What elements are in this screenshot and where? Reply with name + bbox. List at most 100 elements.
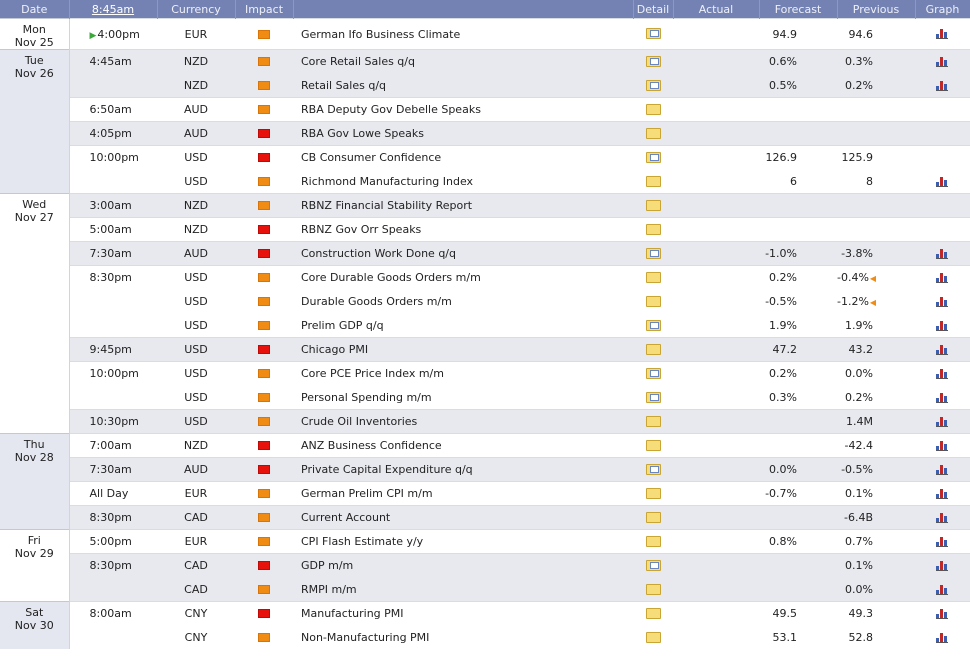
graph-icon[interactable] bbox=[936, 632, 949, 643]
detail-folder-icon[interactable] bbox=[645, 103, 661, 115]
graph-icon[interactable] bbox=[936, 320, 949, 331]
medium-impact-icon[interactable] bbox=[258, 417, 270, 426]
event-row[interactable]: CNY Non-Manufacturing PMI 53.1 52.8 bbox=[0, 625, 970, 649]
detail-folder-icon[interactable] bbox=[645, 607, 661, 619]
medium-impact-icon[interactable] bbox=[258, 177, 270, 186]
detail-document-icon[interactable] bbox=[645, 55, 661, 67]
detail-folder-icon[interactable] bbox=[645, 199, 661, 211]
medium-impact-icon[interactable] bbox=[258, 201, 270, 210]
event-name[interactable]: Retail Sales q/q bbox=[293, 73, 633, 98]
event-name[interactable]: GDP m/m bbox=[293, 553, 633, 578]
event-name[interactable]: Crude Oil Inventories bbox=[293, 409, 633, 434]
event-row[interactable]: Tue Nov 26 4:45am NZD Core Retail Sales q/q 0… bbox=[0, 49, 970, 194]
medium-impact-icon[interactable] bbox=[258, 585, 270, 594]
event-name[interactable]: RMPI m/m bbox=[293, 577, 633, 602]
revised-flag-icon[interactable]: ◀ bbox=[870, 274, 876, 283]
event-row[interactable]: Fri Nov 29 5:00pm EUR CPI Flash Estimate y/y… bbox=[0, 529, 970, 602]
event-row[interactable]: 10:30pm USD Crude Oil Inventories 1.4M bbox=[0, 409, 970, 434]
graph-icon[interactable] bbox=[936, 296, 949, 307]
detail-folder-icon[interactable] bbox=[645, 127, 661, 139]
event-name[interactable]: Personal Spending m/m bbox=[293, 385, 633, 410]
detail-document-icon[interactable] bbox=[645, 151, 661, 163]
medium-impact-icon[interactable] bbox=[258, 369, 270, 378]
detail-document-icon[interactable] bbox=[645, 28, 661, 39]
high-impact-icon[interactable] bbox=[258, 465, 270, 474]
graph-icon[interactable] bbox=[936, 176, 949, 187]
graph-icon[interactable] bbox=[936, 248, 949, 259]
header-time[interactable]: 8:45am bbox=[69, 0, 158, 19]
graph-icon[interactable] bbox=[936, 344, 949, 355]
detail-folder-icon[interactable] bbox=[645, 583, 661, 595]
detail-document-icon[interactable] bbox=[645, 559, 661, 571]
event-row[interactable]: 4:05pm AUD RBA Gov Lowe Speaks bbox=[0, 121, 970, 146]
detail-document-icon[interactable] bbox=[645, 79, 661, 91]
event-row[interactable]: USD Personal Spending m/m 0.3% 0.2% bbox=[0, 385, 970, 410]
event-row[interactable]: 7:30am AUD Construction Work Done q/q -1.0%… bbox=[0, 241, 970, 266]
detail-document-icon[interactable] bbox=[645, 319, 661, 331]
detail-folder-icon[interactable] bbox=[645, 439, 661, 451]
medium-impact-icon[interactable] bbox=[258, 273, 270, 282]
event-row[interactable]: 8:30pm CAD GDP m/m 0.1% bbox=[0, 553, 970, 578]
event-name[interactable]: CPI Flash Estimate y/y bbox=[293, 529, 633, 554]
graph-icon[interactable] bbox=[936, 392, 949, 403]
graph-icon[interactable] bbox=[936, 416, 949, 427]
event-name[interactable]: Richmond Manufacturing Index bbox=[293, 169, 633, 194]
detail-folder-icon[interactable] bbox=[645, 343, 661, 355]
event-name[interactable]: Manufacturing PMI bbox=[293, 601, 633, 626]
high-impact-icon[interactable] bbox=[258, 129, 270, 138]
event-row[interactable]: Mon Nov 25 ▶4:00pm EUR German Ifo Business C… bbox=[0, 18, 970, 50]
graph-icon[interactable] bbox=[936, 56, 949, 67]
event-row[interactable]: 9:45pm USD Chicago PMI 47.2 43.2 bbox=[0, 337, 970, 362]
medium-impact-icon[interactable] bbox=[258, 105, 270, 114]
event-name[interactable]: German Ifo Business Climate bbox=[293, 18, 633, 50]
event-row[interactable]: 8:30pm USD Core Durable Goods Orders m/m 0.… bbox=[0, 265, 970, 290]
graph-icon[interactable] bbox=[936, 440, 949, 451]
event-row[interactable]: USD Prelim GDP q/q 1.9% 1.9% bbox=[0, 313, 970, 338]
event-name[interactable]: Core Retail Sales q/q bbox=[293, 49, 633, 74]
medium-impact-icon[interactable] bbox=[258, 513, 270, 522]
event-row[interactable]: 5:00am NZD RBNZ Gov Orr Speaks bbox=[0, 217, 970, 242]
detail-document-icon[interactable] bbox=[645, 367, 661, 379]
event-name[interactable]: German Prelim CPI m/m bbox=[293, 481, 633, 506]
detail-document-icon[interactable] bbox=[645, 247, 661, 259]
event-row[interactable]: 10:00pm USD Core PCE Price Index m/m 0.2% 0.… bbox=[0, 361, 970, 386]
graph-icon[interactable] bbox=[936, 28, 949, 39]
detail-folder-icon[interactable] bbox=[645, 295, 661, 307]
medium-impact-icon[interactable] bbox=[258, 393, 270, 402]
event-name[interactable]: Durable Goods Orders m/m bbox=[293, 289, 633, 314]
event-row[interactable]: USD Richmond Manufacturing Index 6 8 bbox=[0, 169, 970, 194]
high-impact-icon[interactable] bbox=[258, 609, 270, 618]
event-row[interactable]: USD Durable Goods Orders m/m -0.5% -1.2%◀ bbox=[0, 289, 970, 314]
detail-folder-icon[interactable] bbox=[645, 271, 661, 283]
detail-document-icon[interactable] bbox=[645, 463, 661, 475]
event-name[interactable]: RBNZ Gov Orr Speaks bbox=[293, 217, 633, 242]
detail-folder-icon[interactable] bbox=[645, 631, 661, 643]
detail-folder-icon[interactable] bbox=[645, 535, 661, 547]
medium-impact-icon[interactable] bbox=[258, 489, 270, 498]
event-row[interactable]: Wed Nov 27 3:00am NZD RBNZ Financial Stabili… bbox=[0, 193, 970, 434]
medium-impact-icon[interactable] bbox=[258, 537, 270, 546]
detail-folder-icon[interactable] bbox=[645, 223, 661, 235]
revised-flag-icon[interactable]: ◀ bbox=[870, 298, 876, 307]
detail-folder-icon[interactable] bbox=[645, 415, 661, 427]
graph-icon[interactable] bbox=[936, 368, 949, 379]
medium-impact-icon[interactable] bbox=[258, 29, 270, 39]
event-name[interactable]: Non-Manufacturing PMI bbox=[293, 625, 633, 649]
event-row[interactable]: CAD RMPI m/m 0.0% bbox=[0, 577, 970, 602]
graph-icon[interactable] bbox=[936, 536, 949, 547]
event-name[interactable]: RBA Deputy Gov Debelle Speaks bbox=[293, 97, 633, 122]
medium-impact-icon[interactable] bbox=[258, 81, 270, 90]
event-row[interactable]: Thu Nov 28 7:00am NZD ANZ Business Confidenc… bbox=[0, 433, 970, 530]
medium-impact-icon[interactable] bbox=[258, 321, 270, 330]
medium-impact-icon[interactable] bbox=[258, 57, 270, 66]
high-impact-icon[interactable] bbox=[258, 561, 270, 570]
graph-icon[interactable] bbox=[936, 80, 949, 91]
event-name[interactable]: CB Consumer Confidence bbox=[293, 145, 633, 170]
graph-icon[interactable] bbox=[936, 512, 949, 523]
medium-impact-icon[interactable] bbox=[258, 633, 270, 642]
event-name[interactable]: Core Durable Goods Orders m/m bbox=[293, 265, 633, 290]
event-name[interactable]: Construction Work Done q/q bbox=[293, 241, 633, 266]
event-name[interactable]: Prelim GDP q/q bbox=[293, 313, 633, 338]
high-impact-icon[interactable] bbox=[258, 441, 270, 450]
event-name[interactable]: Private Capital Expenditure q/q bbox=[293, 457, 633, 482]
